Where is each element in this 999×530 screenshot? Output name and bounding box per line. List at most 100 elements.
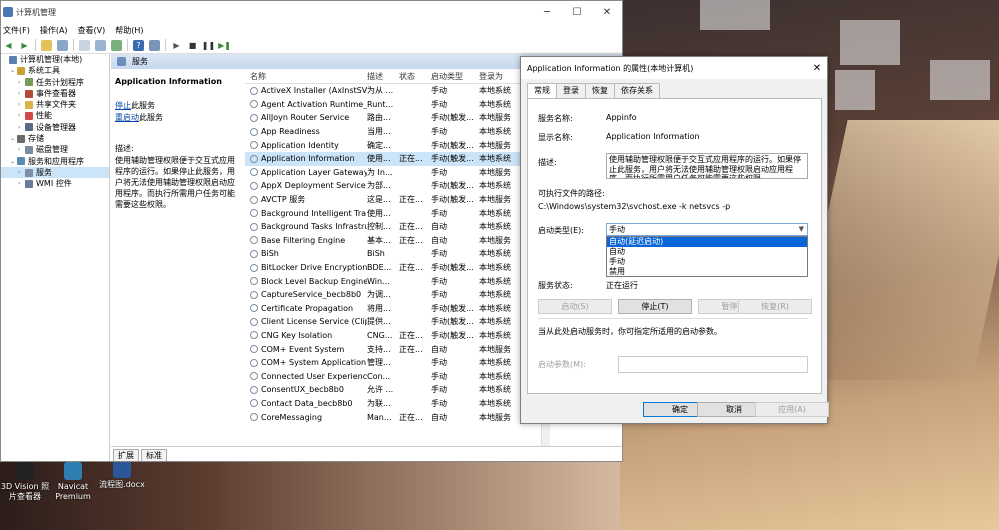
table-row[interactable]: Contact Data_becb8b0 为联... 手动 本地系统 [245,397,541,411]
option-disabled[interactable]: 禁用 [607,267,807,277]
chevron-right-icon[interactable]: › [18,110,25,121]
console-tree-icon[interactable] [57,39,68,51]
table-row[interactable]: App Readiness 当用... 手动 本地系统 [245,125,541,139]
tree-node[interactable]: › 任务计划程序 [1,77,109,88]
table-row[interactable]: AppX Deployment Service ... 为部... 手动(触发...… [245,179,541,193]
column-logon-as[interactable]: 登录为 [479,71,519,82]
tab-dependencies[interactable]: 依存关系 [614,83,660,98]
tree-node[interactable]: ⌄ 系统工具 [1,65,109,76]
tab-general[interactable]: 常规 [527,83,557,99]
close-icon[interactable]: ✕ [807,63,827,74]
stop-service-link[interactable]: 停止 [115,101,131,110]
column-startup-type[interactable]: 启动类型 [431,71,479,82]
pause-icon[interactable]: ❚❚ [202,40,215,51]
startup-type-select[interactable]: 手动 ▼ [606,223,808,236]
tree-node[interactable]: ⌄ 服务和应用程序 [1,156,109,167]
menu-file[interactable]: 文件(F) [3,25,30,36]
stop-icon[interactable]: ■ [187,40,198,51]
table-row[interactable]: AllJoyn Router Service 路由... 手动(触发... 本地服务 [245,111,541,125]
chevron-right-icon[interactable]: › [18,77,25,88]
tab-extended[interactable]: 扩展 [113,449,139,461]
export-icon[interactable] [111,39,122,51]
close-icon[interactable]: ✕ [592,7,622,18]
tree-node[interactable]: › WMI 控件 [1,178,109,189]
restart-service-link[interactable]: 重启动 [115,113,139,122]
option-manual[interactable]: 手动 [607,257,807,267]
back-icon[interactable]: ◀ [3,40,14,51]
chevron-down-icon[interactable]: ⌄ [10,65,17,76]
table-row[interactable]: ActiveX Installer (AxInstSV) 为从 ... 手动 本地系统 [245,84,541,98]
table-row[interactable]: Block Level Backup Engine ... Win... 手动 本地系… [245,274,541,288]
description-textbox[interactable]: 使用辅助管理权限便于交互式应用程序的运行。如果停止此服务，用户将无法使用辅助管理… [606,153,808,179]
tree-node[interactable]: › 共享文件夹 [1,99,109,110]
start-button[interactable]: 启动(S) [538,299,612,314]
tree-node[interactable]: › 事件查看器 [1,88,109,99]
table-row[interactable]: BitLocker Drive Encryption ... BDE... 正在..… [245,261,541,275]
apply-button[interactable]: 应用(A) [755,402,829,417]
table-row[interactable]: COM+ System Application 管理... 手动 本地系统 [245,356,541,370]
chevron-right-icon[interactable]: › [18,144,25,155]
tab-recovery[interactable]: 恢复 [585,83,615,98]
table-row[interactable]: AVCTP 服务 这是... 正在... 手动(触发... 本地服务 [245,193,541,207]
title-bar[interactable]: 计算机管理 ─ ☐ ✕ [1,1,622,23]
column-status[interactable]: 状态 [399,71,431,82]
resume-button[interactable]: 恢复(R) [738,299,812,314]
service-logon-cell: 本地服务 [479,140,511,150]
table-row[interactable]: BiSh BiSh 手动 本地系统 [245,247,541,261]
desktop-icon-3dvision[interactable]: 3D Vision 照片查看器 [0,462,50,502]
refresh-icon[interactable] [95,39,106,51]
minimize-icon[interactable]: ─ [532,7,562,18]
folder-icon[interactable] [41,39,52,51]
table-row[interactable]: Application Layer Gateway ... 为 In... 手动 本地… [245,166,541,180]
dialog-title-bar[interactable]: Application Information 的属性(本地计算机) ✕ [521,57,827,79]
table-row[interactable]: Application Identity 确定... 手动(触发... 本地服务 [245,138,541,152]
table-row[interactable]: Background Tasks Infrastru... 控制... 正在... 自… [245,220,541,234]
table-row[interactable]: Certificate Propagation 将用... 手动(触发... 本地系统 [245,302,541,316]
forward-icon[interactable]: ▶ [19,40,30,51]
table-row[interactable]: COM+ Event System 支持... 正在... 自动 本地服务 [245,342,541,356]
column-description[interactable]: 描述 [367,71,399,82]
tab-standard[interactable]: 标准 [141,449,167,461]
view-icon[interactable] [149,39,160,51]
properties-icon[interactable] [79,39,90,51]
start-params-input[interactable] [618,356,808,373]
chevron-right-icon[interactable]: › [18,178,25,189]
table-row[interactable]: ConsentUX_becb8b0 允许 ... 手动 本地系统 [245,383,541,397]
chevron-down-icon[interactable]: ⌄ [10,156,17,167]
tree-node[interactable]: › 磁盘管理 [1,144,109,155]
play-icon[interactable]: ▶ [171,40,182,51]
help-icon[interactable]: ? [133,39,144,51]
column-name[interactable]: 名称 [245,71,367,82]
tree-node[interactable]: › 性能 [1,110,109,121]
tab-logon[interactable]: 登录 [556,83,586,98]
table-row[interactable]: Client License Service (Clip... 提供... 手动(触… [245,315,541,329]
tree-node[interactable]: › 服务 [1,166,109,179]
desktop-icon-navicat[interactable]: Navicat Premium [48,462,98,502]
chevron-right-icon[interactable]: › [18,88,25,99]
desktop-icon-docx[interactable]: 流程图.docx [97,460,147,490]
restart-icon[interactable]: ▶❚ [218,40,231,51]
table-row[interactable]: Connected User Experienc... Con... 手动 本地系统 [245,369,541,383]
stop-button[interactable]: 停止(T) [618,299,692,314]
menu-help[interactable]: 帮助(H) [115,25,143,36]
chevron-right-icon[interactable]: › [18,99,25,110]
table-row[interactable]: Application Information 使用... 正在... 手动(触发..… [245,151,541,166]
tree-node[interactable]: › 设备管理器 [1,122,109,133]
table-row[interactable]: CNG Key Isolation CNG... 正在... 手动(触发... 本地系统 [245,329,541,343]
option-auto-delayed[interactable]: 自动(延迟启动) [607,237,807,247]
table-row[interactable]: CaptureService_becb8b0 为调... 手动 本地系统 [245,288,541,302]
menu-action[interactable]: 操作(A) [40,25,68,36]
chevron-down-icon[interactable]: ⌄ [10,133,17,144]
option-auto[interactable]: 自动 [607,247,807,257]
table-row[interactable]: Background Intelligent Tra... 使用... 手动 本地系统 [245,206,541,220]
service-status-cell: 正在... [399,154,423,164]
chevron-right-icon[interactable]: › [18,122,25,133]
maximize-icon[interactable]: ☐ [562,7,592,18]
tree-node[interactable]: ⌄ 存储 [1,133,109,144]
tree-node[interactable]: 计算机管理(本地) [1,54,109,65]
chevron-right-icon[interactable]: › [18,167,25,178]
table-row[interactable]: CoreMessaging Man... 正在... 自动 本地服务 [245,410,541,424]
table-row[interactable]: Agent Activation Runtime_... Runt... 手动 本地系… [245,98,541,112]
menu-view[interactable]: 查看(V) [78,25,106,36]
table-row[interactable]: Base Filtering Engine 基本... 正在... 自动 本地服务 [245,234,541,248]
